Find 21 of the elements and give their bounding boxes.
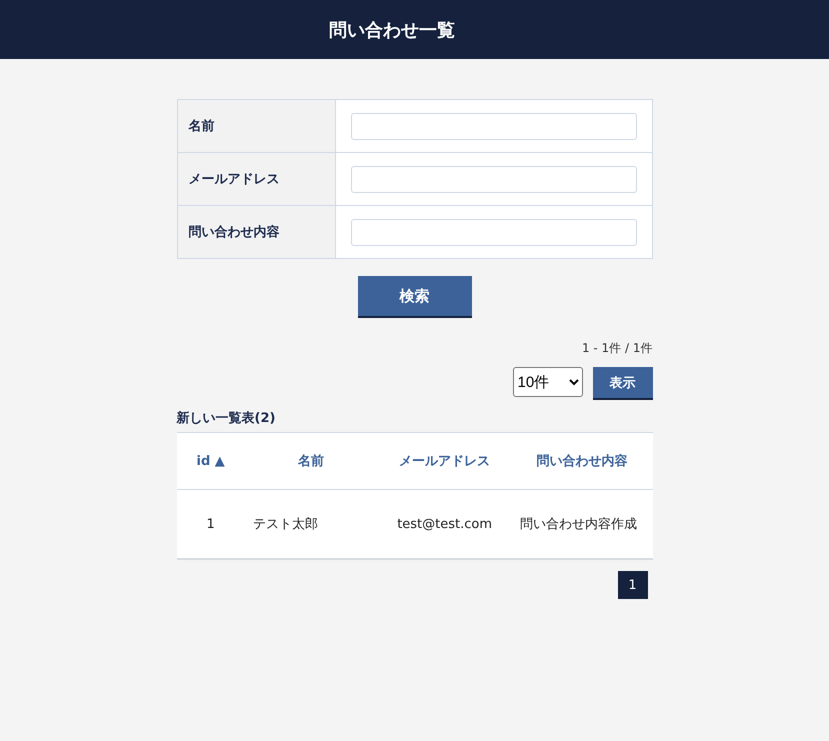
page-title: 問い合わせ一覧 xyxy=(329,18,455,42)
input-field[interactable] xyxy=(350,112,636,140)
table-caption: 新しい一覧表(2) xyxy=(176,411,276,426)
column-header: 名前 xyxy=(244,432,378,490)
table-cell: 1 xyxy=(176,490,245,559)
table-cell: 問い合わせ内容作成 xyxy=(512,490,652,559)
per-page-select[interactable]: 10件 xyxy=(512,367,582,397)
page-button[interactable]: 1 xyxy=(618,571,648,599)
column-header: メールアドレス xyxy=(377,432,512,490)
column-header: 問い合わせ内容 xyxy=(512,432,652,490)
result-count: 1 - 1件 / 1件 xyxy=(582,340,652,357)
table-cell: test@test.com xyxy=(377,490,512,559)
search-button[interactable]: 検索 xyxy=(358,276,472,318)
field-label: 問い合わせ内容 xyxy=(178,206,336,258)
field-label: 名前 xyxy=(178,100,336,152)
show-button[interactable]: 表示 xyxy=(592,367,652,400)
input-field[interactable] xyxy=(350,166,636,192)
column-header[interactable]: id ▲ xyxy=(176,432,245,490)
field-label: メールアドレス xyxy=(178,153,336,205)
input-field[interactable] xyxy=(350,218,636,246)
table-cell: テスト太郎 xyxy=(244,490,378,559)
